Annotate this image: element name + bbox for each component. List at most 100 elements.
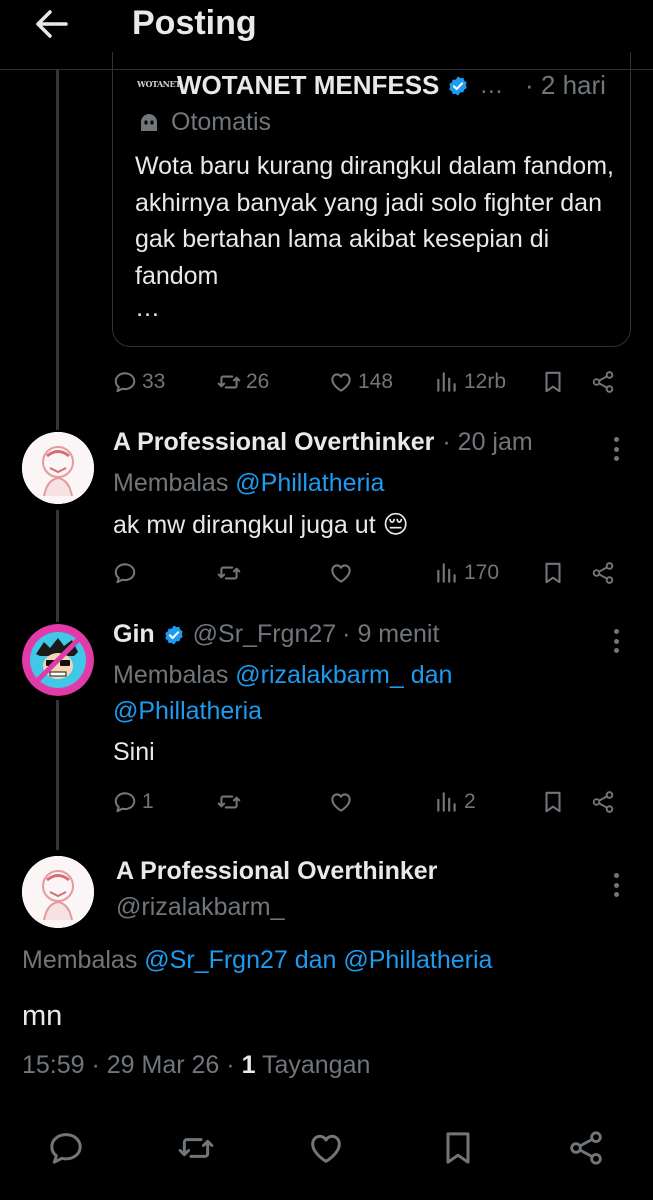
like-button[interactable] [328, 786, 354, 818]
thread-line [56, 510, 59, 622]
share-button[interactable] [590, 366, 616, 398]
replying-to: Membalas @Phillatheria [113, 465, 384, 501]
repost-button[interactable] [216, 786, 242, 818]
share-button[interactable] [590, 557, 616, 589]
more-icon [613, 629, 619, 634]
post-text: mn [22, 1000, 63, 1032]
views-button[interactable]: 12rb [434, 366, 506, 398]
share-icon [592, 371, 614, 393]
views-count: 170 [464, 561, 500, 584]
reply-button[interactable] [46, 1128, 86, 1168]
post-time: · 9 menit [342, 620, 440, 648]
reply-icon [114, 792, 136, 813]
quoted-author-name[interactable]: WOTANET MENFESS [177, 70, 439, 101]
author-handle[interactable]: @rizalakbarm_ [116, 893, 284, 922]
share-button[interactable] [566, 1128, 606, 1168]
post-actions: 33 26 148 12rb [112, 366, 632, 398]
reply-button[interactable]: 33 [112, 366, 165, 398]
source-logo: WOTANET [137, 78, 181, 89]
more-menu-button[interactable] [604, 434, 628, 464]
name-truncation: … [479, 71, 504, 99]
bookmark-icon [446, 1132, 470, 1164]
avatar-image [22, 856, 94, 928]
post-meta: 15:59 · 29 Mar 26 · 1 Tayangan [22, 1051, 370, 1080]
replying-to: Membalas @rizalakbarm_ dan @Phillatheria [113, 657, 633, 729]
views-button[interactable]: 170 [434, 557, 499, 589]
share-icon [592, 791, 614, 813]
like-icon [331, 373, 351, 392]
replying-to-label: Membalas [22, 946, 138, 974]
views-button[interactable]: 2 [434, 786, 476, 818]
like-button[interactable] [328, 557, 354, 589]
page-title: Posting [132, 4, 257, 42]
views-count: 12rb [464, 370, 507, 393]
mention-link[interactable]: @Phillatheria [113, 697, 262, 725]
views-icon [437, 563, 456, 583]
reply-button[interactable] [112, 557, 138, 589]
back-button[interactable] [30, 4, 74, 44]
like-icon [311, 1134, 341, 1163]
replying-to: Membalas @Sr_Frgn27 dan @Phillatheria [22, 946, 492, 975]
post-timestamp: 15:59 · 29 Mar 26 · [22, 1051, 242, 1079]
more-icon [613, 437, 619, 442]
more-menu-button[interactable] [604, 626, 628, 656]
mention-link[interactable]: @Sr_Frgn27 dan @Phillatheria [144, 946, 492, 974]
bookmark-button[interactable] [438, 1128, 478, 1168]
reply-button[interactable]: 1 [112, 786, 154, 818]
like-count: 148 [358, 370, 394, 393]
repost-icon [217, 375, 241, 389]
repost-button[interactable]: 26 [216, 366, 269, 398]
reply-header: Gin @Sr_Frgn27 · 9 menit [113, 620, 439, 649]
like-icon [331, 793, 351, 812]
quoted-post[interactable]: WOTANET WOTANET MENFESS … · 2 hari Otoma… [112, 52, 631, 347]
author-name[interactable]: Gin [113, 620, 155, 649]
author-name[interactable]: A Professional Overthinker [116, 857, 437, 886]
mention-link[interactable]: @rizalakbarm_ dan [235, 661, 452, 689]
like-icon [331, 564, 351, 583]
share-icon [570, 1131, 602, 1165]
share-icon [592, 562, 614, 584]
author-name[interactable]: A Professional Overthinker [113, 428, 434, 457]
view-count: 1 [241, 1051, 256, 1079]
repost-icon [217, 566, 241, 580]
post-time: · 20 jam [442, 428, 533, 456]
verified-badge-icon [449, 75, 468, 96]
bookmark-button[interactable] [540, 786, 566, 818]
post-actions: 170 [112, 557, 632, 589]
bookmark-button[interactable] [540, 366, 566, 398]
reply-text: Sini [113, 738, 155, 766]
thread-line [56, 700, 59, 850]
avatar[interactable] [22, 624, 94, 696]
avatar[interactable] [22, 856, 94, 928]
avatar-image [22, 624, 94, 696]
reply-icon [114, 563, 136, 584]
bookmark-icon [545, 791, 561, 813]
verified-badge-icon [164, 624, 183, 645]
arrow-left-icon [36, 10, 68, 38]
more-menu-button[interactable] [604, 870, 628, 900]
share-button[interactable] [590, 786, 616, 818]
author-handle[interactable]: @Sr_Frgn27 [193, 620, 337, 649]
automated-text: Otomatis [171, 108, 272, 136]
avatar[interactable] [22, 432, 94, 504]
show-more[interactable]: … [135, 294, 160, 323]
repost-icon [178, 1138, 214, 1158]
repost-button[interactable] [176, 1128, 216, 1168]
mention-link[interactable]: @Phillatheria [235, 469, 384, 497]
main-post-actions [0, 1128, 653, 1172]
like-button[interactable] [306, 1128, 346, 1168]
views-icon [437, 792, 456, 812]
more-icon [613, 873, 619, 878]
repost-icon [217, 795, 241, 809]
reply-icon [50, 1133, 82, 1164]
like-button[interactable]: 148 [328, 366, 393, 398]
thread-line [56, 70, 59, 430]
replying-to-label: Membalas [113, 469, 229, 497]
bookmark-icon [545, 371, 561, 393]
bookmark-button[interactable] [540, 557, 566, 589]
automated-label: Otomatis [137, 108, 271, 137]
repost-button[interactable] [216, 557, 242, 589]
quoted-post-time: · 2 hari [525, 70, 606, 100]
post-actions: 1 2 [112, 786, 632, 818]
views-label: Tayangan [255, 1051, 371, 1079]
